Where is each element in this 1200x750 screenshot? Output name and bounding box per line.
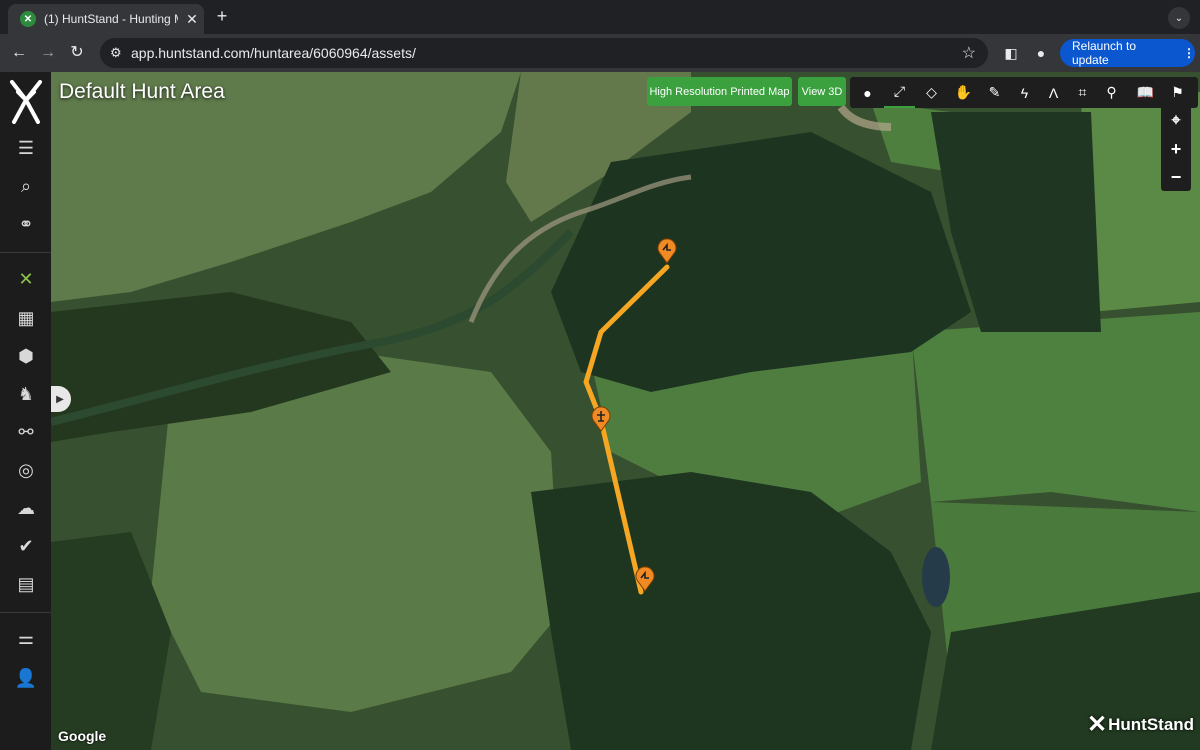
tab-close-icon[interactable]: ✕ (184, 11, 200, 28)
menu-icon[interactable]: ☰ (12, 134, 40, 162)
url-text[interactable]: app.huntstand.com/huntarea/6060964/asset… (131, 45, 416, 61)
calendar-icon[interactable]: ▦ (12, 304, 40, 332)
flag-tool-icon[interactable]: ⚑ (1162, 77, 1193, 108)
huntstand-favicon-icon: ✕ (20, 11, 36, 27)
stand-marker-icon[interactable] (590, 406, 612, 432)
hand-tool-icon[interactable]: ✋ (948, 77, 979, 108)
side-panel-icon[interactable]: ◧ (1001, 43, 1021, 63)
target-icon[interactable]: ◎ (12, 456, 40, 484)
forward-icon[interactable]: → (37, 42, 59, 64)
animal-hide-icon[interactable]: ⬢ (12, 342, 40, 370)
pencil-tool-icon[interactable]: ✎ (979, 77, 1010, 108)
line-tool-icon[interactable]: ⤢ (884, 77, 915, 108)
map-toolbar: ● ⤢ ◇ ✋ ✎ ϟ Λ ⌗ ⚲ 📖 ⚑ (850, 77, 1198, 108)
view-3d-button[interactable]: View 3D (798, 77, 846, 106)
sliders-icon[interactable]: ⚌ (12, 624, 40, 652)
pin-tool-icon[interactable]: ● (852, 77, 883, 108)
satellite-imagery (51, 72, 1200, 750)
binoculars-icon[interactable]: ⚯ (12, 418, 40, 446)
huntstand-brand-text: HuntStand (1108, 714, 1195, 734)
stand-marker-icon[interactable] (634, 566, 656, 592)
stand-marker-icon[interactable] (656, 238, 678, 264)
huntstand-mark-icon: ✕ (1087, 711, 1108, 738)
layers-icon[interactable]: ▤ (12, 570, 40, 598)
address-bar[interactable]: ⚙ app.huntstand.com/huntarea/6060964/ass… (100, 38, 988, 68)
tab-search-chevron-icon[interactable]: ⌄ (1168, 7, 1190, 29)
sidebar-divider (0, 252, 51, 253)
relaunch-label: Relaunch to update (1072, 39, 1137, 67)
zoom-controls: ⌖ + − (1161, 105, 1191, 191)
app-sidebar: ☰ ⌕ ⚭ ✕ ▦ ⬢ ♞ ⚯ ◎ ☁ ✔ ▤ ⚌ 👤 (0, 72, 51, 750)
zoom-out-button[interactable]: − (1161, 163, 1191, 191)
huntstand-logo-icon[interactable] (8, 78, 44, 126)
wind-tool-icon[interactable]: ϟ (1009, 77, 1040, 108)
deer-icon[interactable]: ♞ (12, 380, 40, 408)
binoculars-group-icon[interactable]: ⚭ (12, 210, 40, 238)
site-info-icon[interactable]: ⚙ (110, 45, 122, 61)
huntstand-brand-logo: ✕ HuntStand (1087, 710, 1194, 739)
relaunch-button[interactable]: Relaunch to update ⋮ (1060, 39, 1195, 67)
polygon-tool-icon[interactable]: ◇ (916, 77, 947, 108)
weather-icon[interactable]: ☁ (12, 494, 40, 522)
locate-me-icon[interactable]: ⌖ (1161, 107, 1191, 135)
search-map-icon[interactable]: ⚲ (1096, 77, 1127, 108)
hunt-area-title: Default Hunt Area (59, 80, 225, 103)
browser-toolbar: ← → ↻ ⚙ app.huntstand.com/huntarea/60609… (0, 34, 1200, 72)
profile-icon[interactable]: ● (1031, 43, 1051, 63)
bookmark-star-icon[interactable]: ☆ (962, 43, 976, 63)
area-tool-icon[interactable]: ⌗ (1067, 77, 1098, 108)
high-resolution-printed-map-button[interactable]: High Resolution Printed Map (647, 77, 792, 106)
book-map-icon[interactable]: 📖 (1130, 77, 1161, 108)
search-icon[interactable]: ⌕ (12, 172, 40, 200)
google-attribution: Google (58, 728, 107, 744)
zoom-in-button[interactable]: + (1161, 135, 1191, 163)
tab-title: (1) HuntStand - Hunting Maps (44, 12, 178, 26)
check-circle-icon[interactable]: ✔ (12, 532, 40, 560)
satellite-map[interactable]: Default Hunt Area High Resolution Printe… (51, 72, 1200, 750)
relaunch-menu-icon[interactable]: ⋮ (1183, 46, 1195, 60)
browser-tab[interactable]: ✕ (1) HuntStand - Hunting Maps ✕ (8, 4, 204, 34)
compass-tool-icon[interactable]: Λ (1038, 77, 1069, 108)
browser-tab-bar: ✕ (1) HuntStand - Hunting Maps ✕ + ⌄ (0, 0, 1200, 34)
new-tab-button[interactable]: + (212, 6, 232, 27)
back-icon[interactable]: ← (8, 42, 30, 64)
sidebar-divider (0, 612, 51, 613)
reload-icon[interactable]: ↻ (66, 42, 88, 64)
hunt-area-icon[interactable]: ✕ (12, 265, 40, 293)
add-user-icon[interactable]: 👤 (12, 664, 40, 692)
